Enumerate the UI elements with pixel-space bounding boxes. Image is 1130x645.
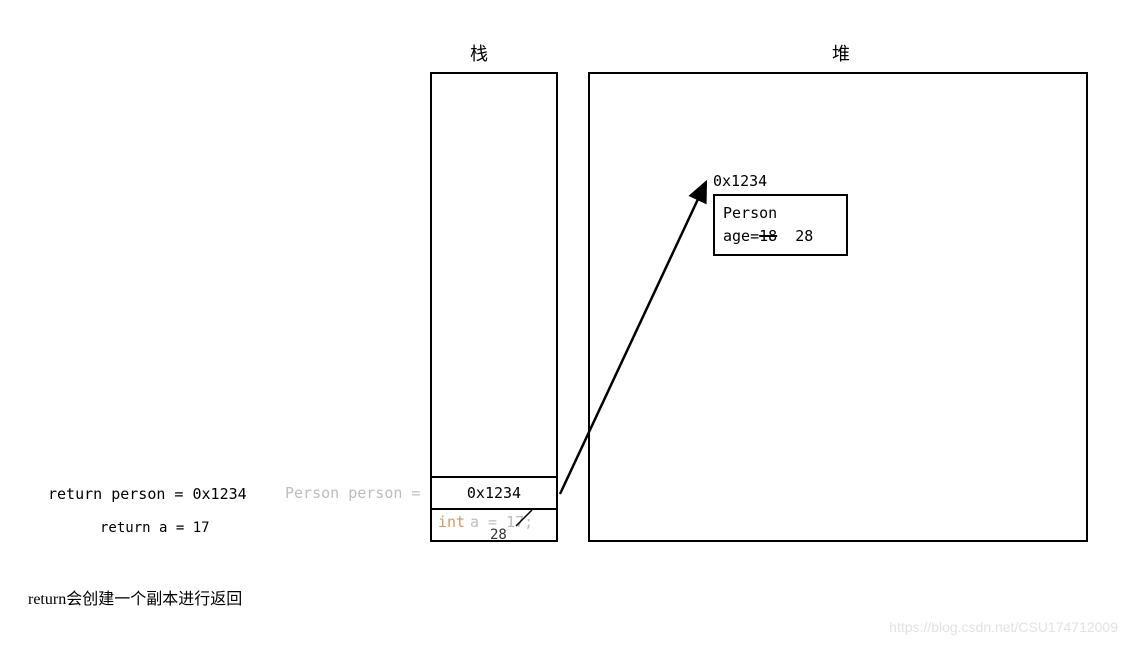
age-label: age= (723, 227, 759, 245)
person-declaration: Person person = (285, 484, 420, 502)
a-updated-value: 28 (490, 527, 507, 543)
heap-title: 堆 (832, 40, 850, 66)
stack-box (430, 72, 558, 542)
watermark: https://blog.csdn.net/CSU174712009 (889, 619, 1118, 635)
stack-divider (430, 508, 558, 510)
person-age-line: age=18 28 (723, 225, 838, 248)
person-classname: Person (723, 202, 838, 225)
heap-person-object: Person age=18 28 (713, 194, 848, 256)
heap-object-address: 0x1234 (713, 172, 767, 190)
int-keyword: int (438, 513, 465, 531)
stack-title: 栈 (470, 40, 488, 66)
return-copy-note: return会创建一个副本进行返回 (28, 585, 242, 609)
age-new-value: 28 (795, 227, 813, 245)
heap-box (588, 72, 1088, 542)
return-a: return a = 17 (100, 520, 210, 536)
age-old-value: 18 (759, 227, 777, 245)
stack-row-person-addr: 0x1234 (432, 478, 556, 508)
return-person: return person = 0x1234 (48, 485, 247, 503)
